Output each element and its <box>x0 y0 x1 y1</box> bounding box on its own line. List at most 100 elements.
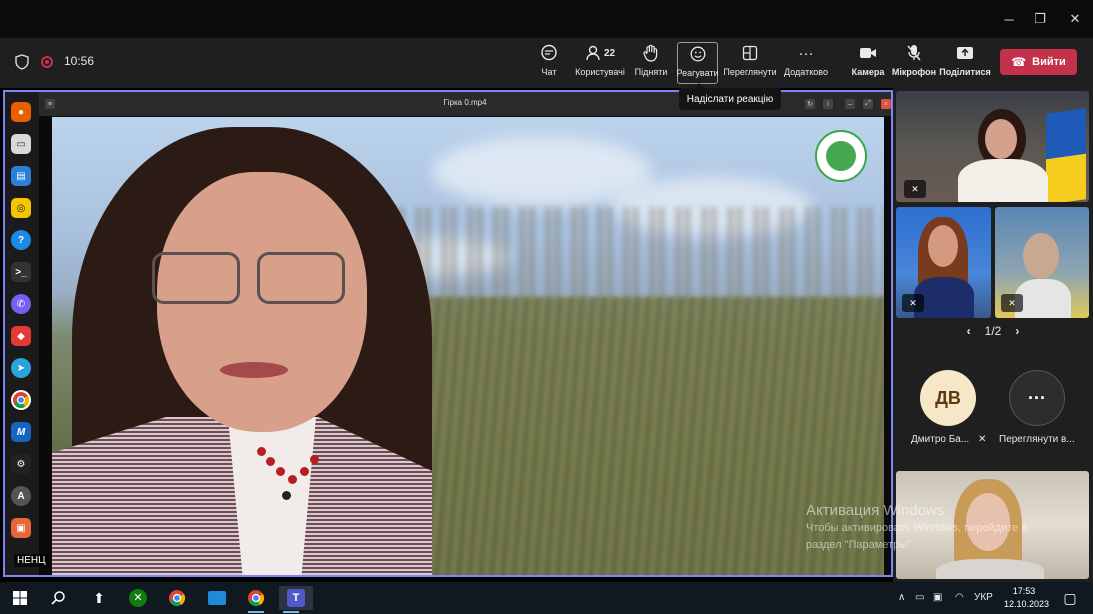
remote-desktop-icon[interactable] <box>205 586 229 610</box>
participant-video-3[interactable]: ✕ <box>995 207 1089 318</box>
participant-avatar[interactable]: ДВ <box>920 370 976 426</box>
clock-date: 12.10.2023 <box>1004 599 1050 609</box>
player-rotate-icon[interactable]: ↻ <box>805 99 815 109</box>
meeting-timer: 10:56 <box>64 54 95 68</box>
glasses-right-lens <box>257 252 345 304</box>
language-indicator[interactable]: УКР <box>974 592 993 603</box>
self-video-preview[interactable] <box>896 471 1089 579</box>
view-all-avatar-button[interactable]: ··· <box>1009 370 1065 426</box>
player-minimize-icon[interactable]: – <box>845 99 855 109</box>
presenter-lips <box>220 362 288 378</box>
leave-button[interactable]: ☎ Вийти <box>1000 49 1077 75</box>
minimize-icon[interactable]: ─ <box>994 8 1024 30</box>
window-titlebar: ─ ❐ ✕ <box>0 0 1093 38</box>
xbox-icon[interactable]: ✕ <box>126 586 150 610</box>
organization-logo <box>815 130 867 182</box>
mic-off-icon: ✕ <box>904 180 926 198</box>
terminal-icon[interactable]: >_ <box>11 262 31 282</box>
app-store-icon[interactable]: A <box>11 486 31 506</box>
windows-taskbar: ⬆ ✕ T ∧ ▭ ▣ ◠ УКР 17:53 12.10.2023 ▢ <box>0 582 1093 614</box>
settings-icon[interactable]: ⚙ <box>11 454 31 474</box>
more-icon: ··· <box>798 44 814 62</box>
battery-icon[interactable]: ▭ <box>915 592 924 603</box>
smiley-icon <box>690 43 706 65</box>
react-tooltip: Надіслати реакцію <box>679 83 781 110</box>
recording-icon <box>41 56 53 68</box>
people-count: 22 <box>603 47 616 59</box>
react-button[interactable]: Реагувати <box>676 42 719 84</box>
camera-label: Камера <box>851 67 885 77</box>
more-button[interactable]: ··· Додатково <box>783 42 829 84</box>
share-label: Поділитися <box>939 67 991 77</box>
tray-expand-icon[interactable]: ∧ <box>898 592 905 603</box>
share-button[interactable]: Поділитися <box>939 42 991 84</box>
participant-video-1[interactable]: ✕ <box>896 91 1089 202</box>
chevron-left-icon[interactable]: ‹ <box>967 324 971 338</box>
raise-hand-button[interactable]: Підняти <box>633 42 669 84</box>
mic-off-icon: ✕ <box>977 434 987 445</box>
close-icon[interactable]: ✕ <box>1060 8 1090 30</box>
share-icon <box>956 42 974 64</box>
chrome-window-icon[interactable] <box>244 586 268 613</box>
chat-label: Чат <box>541 67 557 77</box>
more-label: Додатково <box>784 67 828 77</box>
participant-name: Дмитро Ба... ✕ <box>911 434 986 445</box>
participant-video-2[interactable]: ✕ <box>896 207 991 318</box>
document-icon[interactable]: ▤ <box>11 166 31 186</box>
app-dock: ● ▭ ▤ ◎ ? >_ ✆ ◆ ➤ M ⚙ A ▣ <box>5 92 39 575</box>
camera-icon <box>859 42 877 64</box>
teams-icon[interactable]: T <box>279 586 313 613</box>
package-icon[interactable]: ▣ <box>11 518 31 538</box>
teams-meeting-window: ─ ❐ ✕ 10:56 Чат 22 Користувачі Підняти Р… <box>0 0 1093 614</box>
view-label: Переглянути <box>723 67 777 77</box>
video-tray-icon[interactable]: ▣ <box>933 592 942 603</box>
anydesk-icon[interactable]: ◆ <box>11 326 31 346</box>
clock-time: 17:53 <box>1012 586 1036 596</box>
mic-off-icon <box>906 42 922 64</box>
layout-icon <box>742 42 758 64</box>
wifi-icon[interactable]: ◠ <box>955 592 964 603</box>
speaker-icon[interactable]: ◎ <box>11 198 31 218</box>
view-all-label[interactable]: Переглянути в... <box>999 434 1075 445</box>
hand-icon <box>643 42 659 64</box>
camera-button[interactable]: Камера <box>850 42 886 84</box>
view-button[interactable]: Переглянути <box>723 42 777 84</box>
help-icon[interactable]: ? <box>11 230 31 250</box>
mic-label: Мікрофон <box>891 67 937 77</box>
folder-icon[interactable]: ▭ <box>11 134 31 154</box>
mic-off-icon: ✕ <box>1001 294 1023 312</box>
system-clock[interactable]: 17:53 12.10.2023 <box>1004 585 1050 611</box>
telegram-icon[interactable]: ➤ <box>11 358 31 378</box>
notifications-icon[interactable]: ▢ <box>1058 586 1082 610</box>
chat-button[interactable]: Чат <box>534 42 564 84</box>
text-editor-icon[interactable]: M <box>11 422 31 442</box>
player-maximize-icon[interactable]: ⤢ <box>863 99 873 109</box>
screen-lang-badge: НЕНЦ <box>14 554 49 567</box>
firefox-icon[interactable]: ● <box>11 102 31 122</box>
chat-icon <box>540 42 558 64</box>
meeting-toolbar: 10:56 Чат 22 Користувачі Підняти Реагува… <box>0 38 1093 88</box>
people-button[interactable]: 22 Користувачі <box>574 42 626 84</box>
glasses-left-lens <box>152 252 240 304</box>
mic-off-icon: ✕ <box>902 294 924 312</box>
search-icon[interactable] <box>46 586 70 610</box>
store-bag-icon[interactable]: ⬆ <box>87 586 111 610</box>
chrome-icon[interactable] <box>11 390 31 410</box>
page-indicator: 1/2 <box>984 324 1002 338</box>
participants-panel: ✕ ✕ ✕ ‹ 1/2 › ДВ Дмитро Ба... ✕ ··· Перегл… <box>893 88 1093 582</box>
people-label: Користувачі <box>575 67 625 77</box>
phone-hangup-icon: ☎ <box>1011 55 1027 69</box>
viber-icon[interactable]: ✆ <box>11 294 31 314</box>
shared-screen[interactable]: ● ▭ ▤ ◎ ? >_ ✆ ◆ ➤ M ⚙ A ▣ ≡ Гірка 0.mp4… <box>3 90 893 577</box>
chrome-icon[interactable] <box>165 586 189 610</box>
video-frame <box>52 117 884 575</box>
restore-icon[interactable]: ❐ <box>1025 8 1055 30</box>
start-icon[interactable] <box>8 586 32 610</box>
people-icon: 22 <box>585 42 615 64</box>
pager: ‹ 1/2 › <box>893 324 1093 338</box>
player-info-icon[interactable]: i <box>823 99 833 109</box>
player-close-icon[interactable]: × <box>881 99 891 109</box>
react-label: Реагувати <box>676 68 719 78</box>
mic-button[interactable]: Мікрофон <box>891 42 937 84</box>
chevron-right-icon[interactable]: › <box>1015 324 1019 338</box>
